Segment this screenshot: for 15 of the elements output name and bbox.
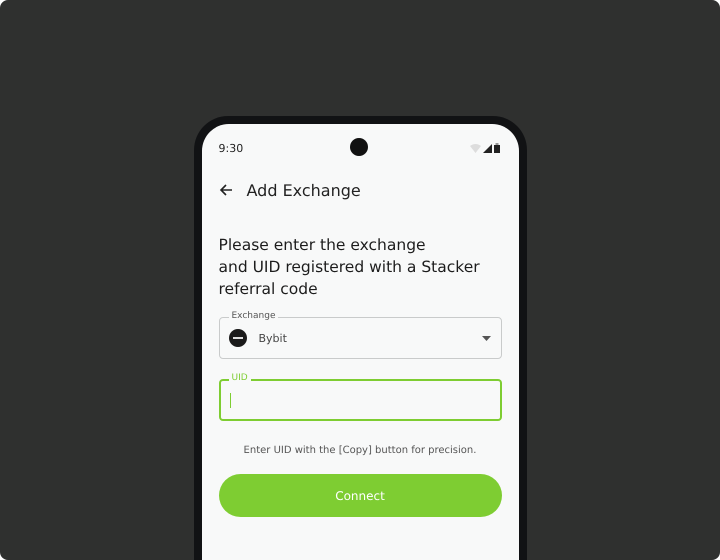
- signal-icon: [482, 144, 492, 152]
- back-arrow-icon[interactable]: [218, 184, 232, 196]
- selected-exchange: Bybit: [258, 332, 288, 344]
- battery-icon: [494, 143, 500, 153]
- field-label: UID: [228, 372, 251, 384]
- dropdown-caret-icon: [482, 336, 490, 340]
- page-title: Add Exchange: [246, 180, 361, 200]
- connect-button[interactable]: Connect: [218, 474, 502, 517]
- wifi-icon: [470, 144, 480, 152]
- hint-text: Enter UID with the [Copy] button for precision.: [242, 445, 478, 456]
- camera-icon: [350, 138, 368, 156]
- status-time: 9:30: [218, 142, 244, 154]
- instruction-heading: Please enter the exchange and UID registered with a Stacker referral code: [218, 235, 481, 300]
- field-label: Exchange: [228, 310, 278, 322]
- exchange-logo-icon: [228, 329, 246, 347]
